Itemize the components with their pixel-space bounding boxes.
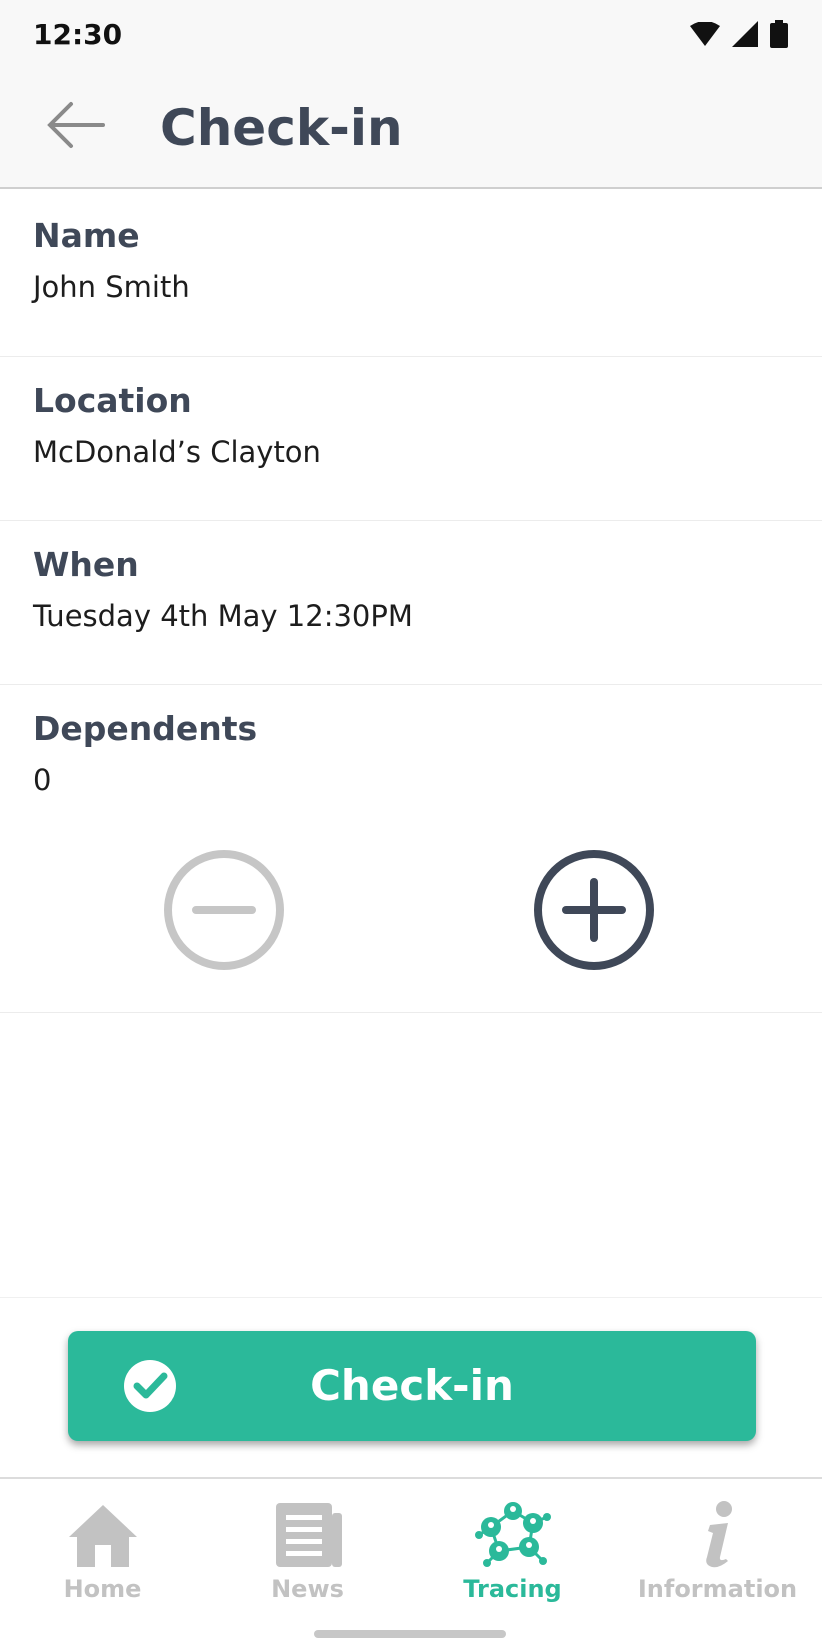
info-icon [705, 1501, 732, 1568]
dependents-count: 0 [33, 763, 52, 797]
dependents-section: Dependents 0 [0, 685, 822, 1013]
name-label: Name [33, 216, 140, 255]
when-value: Tuesday 4th May 12:30PM [33, 599, 413, 633]
location-label: Location [33, 381, 192, 420]
nav-item-tracing[interactable]: Tracing [410, 1499, 615, 1609]
arrow-left-icon [47, 102, 105, 148]
app-bar: Check-in [0, 68, 822, 189]
nav-item-home[interactable]: Home [0, 1499, 205, 1609]
plus-circle-icon [534, 850, 654, 970]
nav-label-home: Home [63, 1575, 142, 1603]
nav-label-news: News [271, 1575, 344, 1603]
page-title: Check-in [160, 99, 403, 157]
nav-item-information[interactable]: Information [615, 1499, 820, 1609]
checkin-button[interactable]: Check-in [68, 1331, 756, 1441]
checkin-button-label: Check-in [310, 1361, 514, 1410]
cellular-signal-icon [732, 21, 758, 47]
news-icon [275, 1503, 342, 1567]
bottom-navigation: Home News Tracing Information [0, 1477, 822, 1646]
nav-label-tracing: Tracing [463, 1575, 562, 1603]
home-icon [68, 1505, 137, 1567]
when-label: When [33, 545, 139, 584]
location-value: McDonald’s Clayton [33, 435, 321, 469]
tracing-icon [474, 1502, 551, 1567]
status-bar: 12:30 [0, 0, 822, 68]
nav-item-news[interactable]: News [205, 1499, 410, 1609]
back-button[interactable] [40, 90, 110, 160]
wifi-icon [690, 22, 720, 46]
when-section: When Tuesday 4th May 12:30PM [0, 521, 822, 685]
footer-actions: Check-in [0, 1297, 822, 1477]
location-section: Location McDonald’s Clayton [0, 357, 822, 521]
battery-icon [770, 20, 788, 48]
increment-dependents-button[interactable] [532, 848, 656, 972]
minus-circle-icon [164, 850, 284, 970]
home-indicator[interactable] [314, 1630, 506, 1638]
status-time: 12:30 [33, 18, 123, 51]
name-value: John Smith [33, 270, 190, 304]
dependents-label: Dependents [33, 709, 258, 748]
decrement-dependents-button[interactable] [162, 848, 286, 972]
name-section: Name John Smith [0, 190, 822, 357]
status-icons [690, 20, 788, 48]
nav-label-information: Information [637, 1575, 798, 1603]
